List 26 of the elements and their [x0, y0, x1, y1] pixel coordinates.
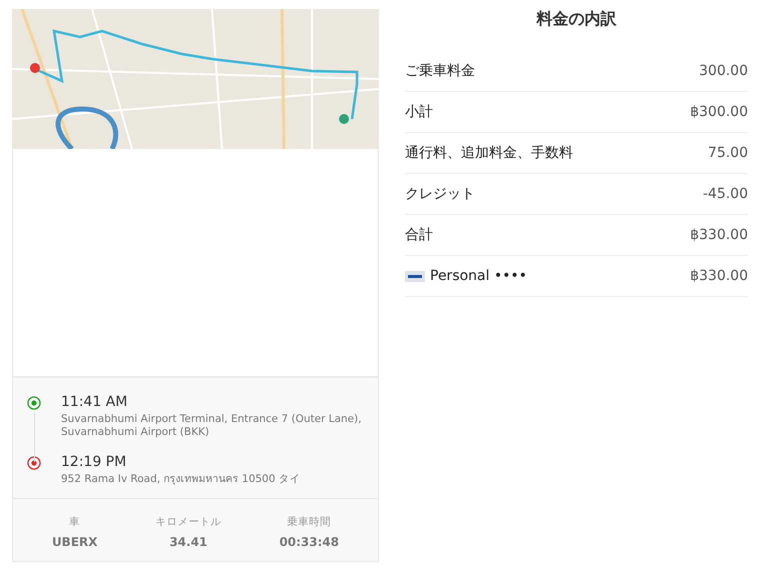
stat-value: UBERX [52, 535, 98, 549]
stop-time: 11:41 AM [61, 394, 128, 410]
fare-label: ご乗車料金 [405, 62, 475, 80]
fare-amount: ฿330.00 [690, 268, 748, 284]
pickup-marker-icon [27, 396, 41, 410]
payment-label: Personal •••• [430, 268, 527, 284]
stat-label: キロメートル [155, 515, 222, 529]
dropoff-marker-icon [27, 456, 41, 470]
stat-value: 34.41 [169, 535, 208, 549]
card-icon [405, 270, 425, 282]
stat-label: 乗車時間 [287, 515, 332, 529]
fare-label: 小計 [405, 103, 433, 121]
fare-title: 料金の内訳 [535, 9, 618, 30]
fare-amount: -45.00 [702, 186, 748, 202]
stat-value: 00:33:48 [279, 535, 340, 549]
fare-label: クレジット [405, 185, 475, 203]
stop-address: Suvarnabhumi Airport Terminal, Entrance 7 (Outer Lane), Suvarnabhumi Airport (BKK) [61, 413, 362, 439]
fare-amount: 75.00 [708, 145, 748, 161]
stop-time: 12:19 PM [61, 454, 128, 470]
fare-label: 合計 [405, 226, 433, 244]
fare-amount: ฿330.00 [690, 227, 748, 243]
fare-label: 通行料、追加料金、手数料 [405, 144, 573, 162]
fare-amount: 300.00 [699, 63, 748, 79]
stop-address: 952 Rama Iv Road, กรุงเทพมหานคร 10500 タイ [61, 473, 301, 486]
fare-amount: ฿300.00 [690, 104, 748, 120]
stat-label: 車 [69, 515, 80, 529]
